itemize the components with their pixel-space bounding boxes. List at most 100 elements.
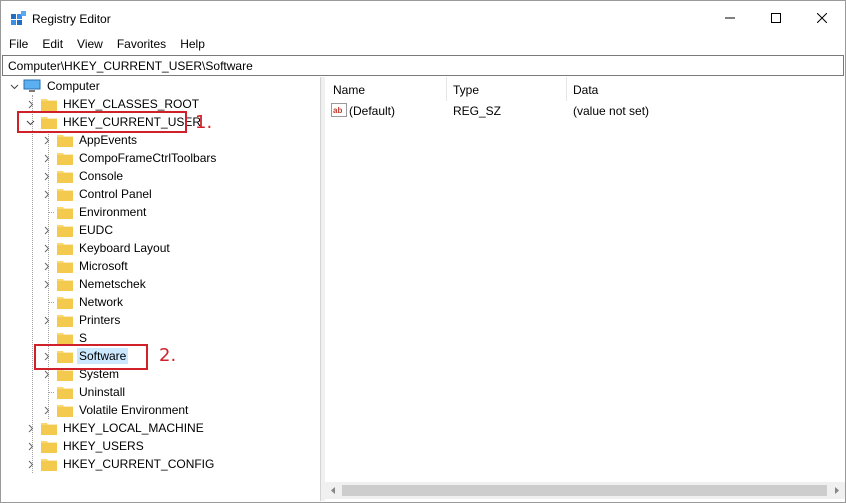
tree-item-compoframectrltoolbars[interactable]: CompoFrameCtrlToolbars: [41, 149, 218, 167]
annotation-box-1: [17, 111, 187, 133]
tree-item-appevents[interactable]: AppEvents: [41, 131, 139, 149]
values-list[interactable]: Name Type Data ab (Default) REG_SZ (valu…: [325, 77, 845, 501]
table-row[interactable]: ab (Default) REG_SZ (value not set): [325, 102, 845, 120]
computer-icon: [23, 79, 41, 92]
tree-item-hkey-local-machine[interactable]: HKEY_LOCAL_MACHINE: [25, 419, 206, 437]
tree-item-nemetschek[interactable]: Nemetschek: [41, 275, 148, 293]
tree-item-hkey-users[interactable]: HKEY_USERS: [25, 437, 146, 455]
tree-item-microsoft[interactable]: Microsoft: [41, 257, 130, 275]
menu-file[interactable]: File: [1, 35, 35, 55]
tree-item-control-panel[interactable]: Control Panel: [41, 185, 154, 203]
tree-item-label: Printers: [79, 313, 121, 327]
column-divider[interactable]: [446, 77, 447, 101]
tree-item-label: Volatile Environment: [79, 403, 189, 417]
tree-item-label: Uninstall: [79, 385, 126, 399]
folder-icon: [41, 441, 57, 453]
list-header: Name Type Data: [325, 77, 845, 101]
tree-item-keyboard-layout[interactable]: Keyboard Layout: [41, 239, 172, 257]
scroll-left-icon[interactable]: [325, 482, 342, 499]
folder-icon: [57, 297, 73, 309]
menu-view[interactable]: View: [70, 35, 110, 55]
value-name: (Default): [349, 104, 396, 118]
chevron-right-icon[interactable]: [41, 189, 51, 199]
tree-connector: [32, 95, 33, 473]
chevron-right-icon[interactable]: [41, 261, 51, 271]
folder-icon: [41, 423, 57, 435]
tree-item-label: HKEY_CURRENT_CONFIG: [63, 457, 215, 471]
tree-item-label: Control Panel: [79, 187, 152, 201]
tree-item-eudc[interactable]: EUDC: [41, 221, 115, 239]
tree-item-label: Environment: [79, 205, 147, 219]
column-header-name[interactable]: Name: [333, 83, 365, 97]
column-header-type[interactable]: Type: [453, 83, 479, 97]
tree-item-label: HKEY_LOCAL_MACHINE: [63, 421, 204, 435]
chevron-right-icon[interactable]: [25, 423, 35, 433]
chevron-right-icon[interactable]: [41, 243, 51, 253]
close-button[interactable]: [799, 1, 845, 35]
maximize-button[interactable]: [753, 1, 799, 35]
chevron-right-icon[interactable]: [41, 171, 51, 181]
chevron-right-icon[interactable]: [25, 459, 35, 469]
chevron-down-icon[interactable]: [9, 81, 19, 91]
chevron-right-icon[interactable]: [41, 153, 51, 163]
scroll-right-icon[interactable]: [828, 482, 845, 499]
folder-icon: [57, 315, 73, 327]
minimize-icon: [725, 17, 735, 19]
chevron-right-icon[interactable]: [41, 135, 51, 145]
menu-favorites[interactable]: Favorites: [110, 35, 173, 55]
window-title: Registry Editor: [32, 12, 111, 26]
chevron-right-icon[interactable]: [25, 441, 35, 451]
tree-item-hkey-current-config[interactable]: HKEY_CURRENT_CONFIG: [25, 455, 216, 473]
minimize-button[interactable]: [707, 1, 753, 35]
tree-item-label: Keyboard Layout: [79, 241, 170, 255]
annotation-box-2: [34, 344, 148, 370]
string-value-icon: ab: [331, 103, 347, 117]
tree-item-label: Network: [79, 295, 124, 309]
folder-icon: [57, 387, 73, 399]
tree-item-label: AppEvents: [79, 133, 138, 147]
tree-item-uninstall[interactable]: Uninstall: [41, 383, 127, 401]
folder-icon: [57, 243, 73, 255]
tree-item-label: HKEY_CLASSES_ROOT: [63, 97, 200, 111]
tree-item-label: Nemetschek: [79, 277, 146, 291]
address-bar[interactable]: Computer\HKEY_CURRENT_USER\Software: [2, 55, 844, 76]
maximize-icon: [771, 13, 781, 23]
menu-help[interactable]: Help: [173, 35, 212, 55]
menu-edit[interactable]: Edit: [35, 35, 70, 55]
scrollbar-thumb[interactable]: [342, 485, 827, 496]
folder-icon: [57, 207, 73, 219]
registry-editor-icon: [11, 11, 26, 25]
tree-item-label: Microsoft: [79, 259, 128, 273]
value-data: (value not set): [573, 104, 650, 118]
horizontal-scrollbar[interactable]: [325, 482, 845, 499]
chevron-right-icon[interactable]: [25, 99, 35, 109]
column-divider[interactable]: [566, 77, 567, 101]
registry-editor-window: Registry Editor File Edit View Favorites…: [0, 0, 846, 503]
title-bar: Registry Editor: [1, 1, 845, 35]
tree-item-computer[interactable]: Computer: [9, 77, 102, 95]
menu-bar: File Edit View Favorites Help: [1, 35, 212, 55]
annotation-label-1: 1.: [195, 112, 213, 133]
column-header-data[interactable]: Data: [573, 83, 598, 97]
chevron-right-icon[interactable]: [41, 405, 51, 415]
chevron-right-icon[interactable]: [41, 279, 51, 289]
tree-item-volatile-environment[interactable]: Volatile Environment: [41, 401, 190, 419]
tree-item-console[interactable]: Console: [41, 167, 125, 185]
tree-item-label: CompoFrameCtrlToolbars: [79, 151, 217, 165]
folder-icon: [57, 171, 73, 183]
chevron-right-icon[interactable]: [41, 315, 51, 325]
tree-item-environment[interactable]: Environment: [41, 203, 148, 221]
value-type: REG_SZ: [453, 104, 502, 118]
chevron-right-icon[interactable]: [41, 225, 51, 235]
tree-item-label: HKEY_USERS: [63, 439, 144, 453]
folder-icon: [57, 135, 73, 147]
chevron-right-icon[interactable]: [41, 369, 51, 379]
key-tree[interactable]: Computer HKEY_CLASSES_ROOT HKEY_CURRENT_…: [3, 77, 321, 501]
annotation-label-2: 2.: [159, 345, 177, 366]
tree-item-printers[interactable]: Printers: [41, 311, 122, 329]
tree-item-network[interactable]: Network: [41, 293, 125, 311]
svg-text:ab: ab: [333, 106, 342, 115]
